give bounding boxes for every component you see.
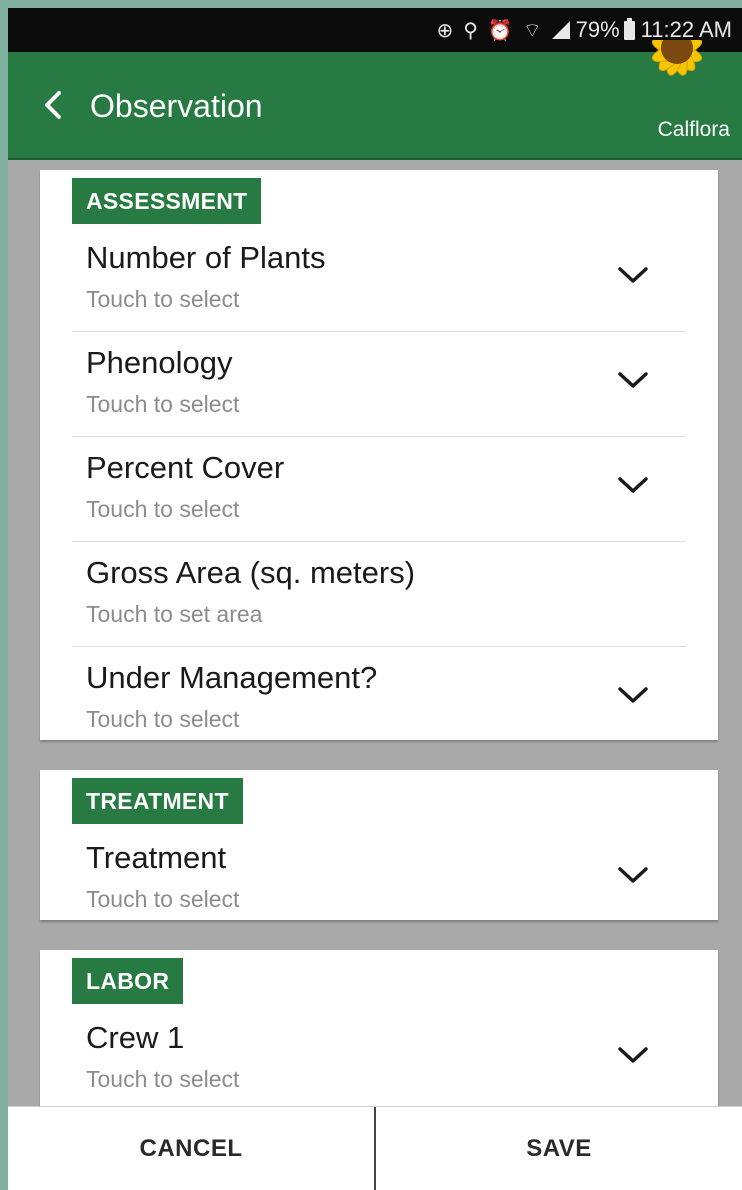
save-button[interactable]: SAVE — [376, 1107, 742, 1190]
field-treatment[interactable]: Treatment Touch to select — [72, 828, 686, 932]
app-bar: Observation Calflora — [8, 40, 742, 160]
field-hint: Touch to select — [86, 706, 240, 732]
calflora-logo: Calflora — [608, 40, 738, 152]
field-hint: Touch to select — [86, 286, 240, 312]
field-percent-cover[interactable]: Percent Cover Touch to select — [72, 438, 686, 542]
chevron-down-icon — [618, 267, 648, 283]
field-crew-1[interactable]: Crew 1 Touch to select — [72, 1008, 686, 1106]
section-badge-treatment: TREATMENT — [72, 778, 243, 824]
field-label: Gross Area (sq. meters) — [86, 555, 416, 590]
signal-icon — [551, 21, 570, 39]
field-hint: Touch to select — [86, 496, 240, 522]
assessment-card: ASSESSMENT Number of Plants Touch to sel… — [40, 170, 718, 740]
chevron-down-icon — [618, 372, 648, 388]
field-label: Phenology — [86, 345, 233, 380]
field-gross-area[interactable]: Gross Area (sq. meters) Touch to set are… — [72, 543, 686, 647]
field-under-management[interactable]: Under Management? Touch to select — [72, 648, 686, 752]
data-saver-icon: ⊕ — [436, 19, 454, 42]
chevron-down-icon — [618, 1047, 648, 1063]
chevron-down-icon — [618, 477, 648, 493]
field-hint: Touch to set area — [86, 601, 263, 627]
location-icon: ⚲ — [463, 19, 478, 42]
cancel-button[interactable]: CANCEL — [8, 1107, 374, 1190]
field-hint: Touch to select — [86, 1066, 240, 1092]
sunflower-icon — [651, 40, 703, 76]
alarm-icon: ⏰ — [487, 19, 513, 42]
chevron-down-icon — [618, 687, 648, 703]
phone-screen: ⊕ ⚲ ⏰ ⌔ 79% 11:22 AM Observation Calflor… — [8, 8, 742, 1190]
field-phenology[interactable]: Phenology Touch to select — [72, 333, 686, 437]
field-label: Number of Plants — [86, 240, 326, 275]
wifi-icon: ⌔ — [522, 19, 542, 42]
field-hint: Touch to select — [86, 886, 240, 912]
labor-card: LABOR Crew 1 Touch to select — [40, 950, 718, 1106]
field-label: Under Management? — [86, 660, 378, 695]
battery-icon — [623, 17, 635, 40]
field-label: Treatment — [86, 840, 227, 875]
treatment-card: TREATMENT Treatment Touch to select — [40, 770, 718, 920]
section-badge-assessment: ASSESSMENT — [72, 178, 262, 224]
chevron-down-icon — [618, 867, 648, 883]
field-number-of-plants[interactable]: Number of Plants Touch to select — [72, 228, 686, 332]
field-hint: Touch to select — [86, 391, 240, 417]
bottom-action-bar: CANCEL SAVE — [8, 1106, 742, 1190]
logo-text: Calflora — [657, 118, 730, 141]
form-content[interactable]: ASSESSMENT Number of Plants Touch to sel… — [8, 162, 742, 1106]
page-title: Observation — [90, 88, 263, 124]
back-arrow-icon[interactable] — [38, 88, 68, 122]
section-badge-labor: LABOR — [72, 958, 184, 1004]
field-label: Crew 1 — [86, 1020, 185, 1055]
field-label: Percent Cover — [86, 450, 285, 485]
battery-percent: 79% — [575, 17, 620, 42]
